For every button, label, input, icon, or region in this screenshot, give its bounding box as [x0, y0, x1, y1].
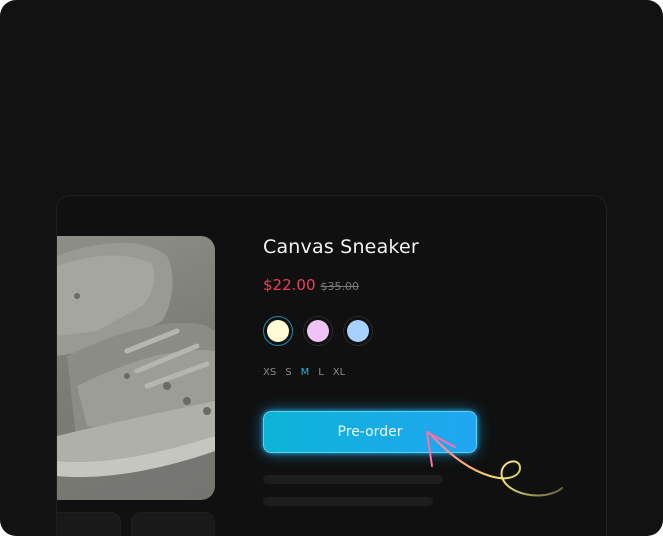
- cursor-arrow-icon: [426, 431, 563, 497]
- app-frame: Canvas Sneaker $22.00 $35.00 XS S M L XL…: [0, 0, 663, 536]
